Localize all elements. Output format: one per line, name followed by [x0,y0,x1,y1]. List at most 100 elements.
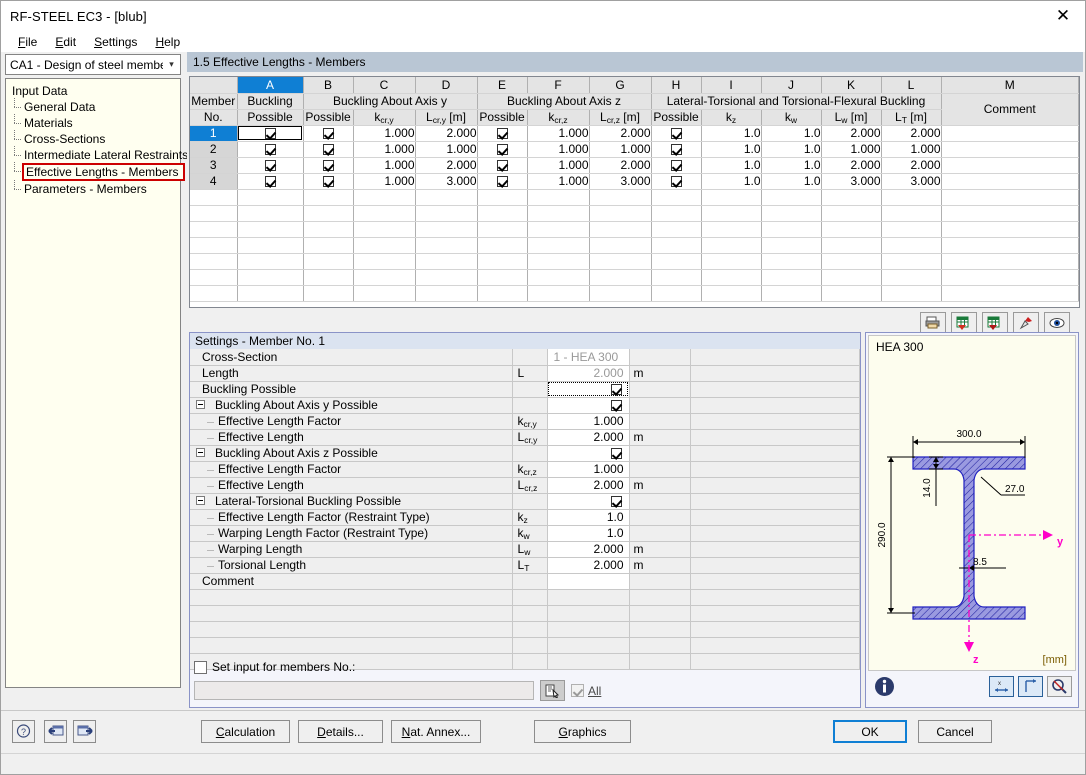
check-icon[interactable] [671,128,682,139]
column-header-F[interactable]: F [527,77,589,93]
empty-cell[interactable] [190,205,237,221]
value-cell[interactable]: 1.000 [527,173,589,189]
value-cell[interactable]: 1.000 [589,141,651,157]
sidebar-item-parameters-members[interactable]: Parameters - Members [10,181,180,197]
check-icon[interactable] [497,176,508,187]
sidebar-item-general-data[interactable]: General Data [10,99,180,115]
settings-row[interactable] [190,605,860,621]
value-cell[interactable]: 1.0 [701,125,761,141]
value-cell[interactable]: 1.0 [761,125,821,141]
value-cell[interactable]: 2.000 [821,125,881,141]
checkbox-cell[interactable] [237,173,303,189]
empty-cell[interactable] [821,221,881,237]
empty-cell[interactable] [190,269,237,285]
empty-cell[interactable] [303,253,353,269]
empty-cell[interactable] [353,269,415,285]
check-icon[interactable] [265,160,276,171]
checkbox-cell[interactable] [477,125,527,141]
value-cell[interactable]: 3.000 [415,173,477,189]
value-cell[interactable]: 1.0 [701,157,761,173]
check-icon[interactable] [323,160,334,171]
empty-cell[interactable] [941,269,1079,285]
settings-row[interactable] [190,637,860,653]
empty-cell[interactable] [941,205,1079,221]
comment-cell[interactable] [941,157,1079,173]
empty-cell[interactable] [651,189,701,205]
empty-cell[interactable] [415,269,477,285]
empty-cell[interactable] [303,285,353,301]
value-cell[interactable]: 3.000 [589,173,651,189]
empty-cell[interactable] [527,253,589,269]
check-icon[interactable] [265,176,276,187]
settings-row-value[interactable]: 1.0 [547,525,629,541]
menu-settings[interactable]: Settings [85,33,146,51]
settings-row-value[interactable]: 1 - HEA 300 [547,349,629,365]
empty-cell[interactable] [941,253,1079,269]
value-cell[interactable]: 2.000 [415,157,477,173]
empty-cell[interactable] [821,189,881,205]
empty-cell[interactable] [701,205,761,221]
empty-cell[interactable] [761,253,821,269]
empty-cell[interactable] [881,205,941,221]
row-number-cell[interactable]: 2 [190,141,237,157]
empty-cell[interactable] [761,189,821,205]
empty-cell[interactable] [589,189,651,205]
next-icon[interactable] [73,720,96,743]
empty-cell[interactable] [353,237,415,253]
empty-cell[interactable] [701,189,761,205]
print-icon[interactable] [920,312,946,333]
close-icon[interactable]: ✕ [1041,2,1085,31]
value-cell[interactable]: 1.000 [527,141,589,157]
checkbox-cell[interactable] [651,157,701,173]
empty-cell[interactable] [477,269,527,285]
checkbox-cell[interactable] [477,157,527,173]
settings-row-value[interactable]: 2.000 [547,541,629,557]
empty-cell[interactable] [303,221,353,237]
check-icon[interactable] [611,400,622,411]
empty-cell[interactable] [415,253,477,269]
empty-cell[interactable] [701,269,761,285]
members-input[interactable] [194,681,534,700]
value-cell[interactable]: 2.000 [589,125,651,141]
check-icon[interactable] [611,496,622,507]
settings-table[interactable]: Cross-Section1 - HEA 300LengthL2.000mBuc… [190,349,860,670]
empty-cell[interactable] [881,237,941,253]
empty-cell[interactable] [589,269,651,285]
settings-row-value[interactable] [547,397,629,413]
settings-row-value[interactable] [547,445,629,461]
empty-cell[interactable] [589,253,651,269]
check-icon[interactable] [323,176,334,187]
empty-cell[interactable] [190,237,237,253]
set-input-checkbox[interactable] [194,661,207,674]
checkbox-cell[interactable] [651,125,701,141]
empty-cell[interactable] [651,285,701,301]
value-cell[interactable]: 3.000 [881,173,941,189]
empty-cell[interactable] [589,221,651,237]
empty-cell[interactable] [881,189,941,205]
value-cell[interactable]: 1.000 [353,173,415,189]
empty-cell[interactable] [190,285,237,301]
value-cell[interactable]: 1.000 [527,157,589,173]
empty-row[interactable] [190,253,1079,269]
settings-row[interactable]: Buckling About Axis y Possible [190,397,860,413]
checkbox-cell[interactable] [237,157,303,173]
column-header-B[interactable]: B [303,77,353,93]
empty-cell[interactable] [353,205,415,221]
empty-row[interactable] [190,269,1079,285]
empty-cell[interactable] [761,269,821,285]
empty-cell[interactable] [237,285,303,301]
check-icon[interactable] [265,144,276,155]
settings-row[interactable]: Effective Length Factorkcr,y1.000 [190,413,860,429]
column-header-C[interactable]: C [353,77,415,93]
nat-annex-button[interactable]: Nat. Annex... [391,720,481,743]
table-row[interactable]: 11.0002.0001.0002.0001.01.02.0002.000 [190,125,1079,141]
empty-cell[interactable] [761,205,821,221]
settings-row-value[interactable]: 2.000 [547,477,629,493]
empty-cell[interactable] [651,269,701,285]
empty-cell[interactable] [527,221,589,237]
column-header-A[interactable]: A [237,77,303,93]
value-cell[interactable]: 1.000 [821,141,881,157]
all-checkbox[interactable] [571,684,584,697]
empty-cell[interactable] [941,285,1079,301]
value-cell[interactable]: 2.000 [589,157,651,173]
